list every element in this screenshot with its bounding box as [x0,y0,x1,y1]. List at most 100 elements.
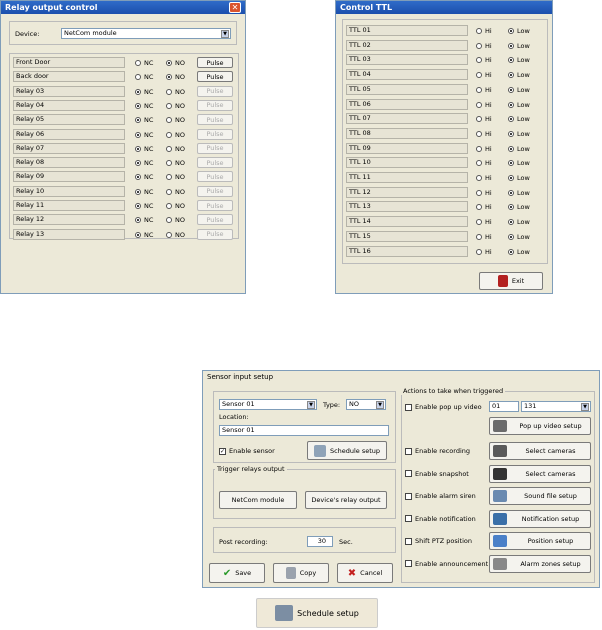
ttl-low-radio[interactable]: Low [508,115,530,123]
relay-nc-radio[interactable]: NC [135,102,153,110]
action-checkbox[interactable]: Enable pop up video [405,403,482,411]
relay-no-radio[interactable]: NO [166,116,185,124]
relay-no-radio[interactable]: NO [166,145,185,153]
ttl-hi-radio[interactable]: Hi [476,218,492,226]
relay-no-radio[interactable]: NO [166,231,185,239]
device-select[interactable]: NetCom module ▼ [61,28,231,39]
relay-no-radio[interactable]: NO [166,202,185,210]
type-select[interactable]: NO ▼ [346,399,386,410]
relay-nc-radio[interactable]: NC [135,59,153,67]
ttl-low-radio[interactable]: Low [508,101,530,109]
location-input[interactable]: Sensor 01 [219,425,389,436]
ttl-hi-radio[interactable]: Hi [476,42,492,50]
save-button[interactable]: ✔ Save [209,563,265,583]
action-checkbox[interactable]: Enable alarm siren [405,492,476,500]
post-recording-input[interactable]: 30 [307,536,333,547]
sensor-select[interactable]: Sensor 01 ▼ [219,399,317,410]
relay-nc-radio[interactable]: NC [135,88,153,96]
action-setup-button[interactable]: Pop up video setup [489,417,591,435]
action-setup-button[interactable]: Notification setup [489,509,591,528]
ttl-hi-radio[interactable]: Hi [476,203,492,211]
relay-no-radio[interactable]: NO [166,59,185,67]
relay-no-radio[interactable]: NO [166,88,185,96]
ttl-hi-radio[interactable]: Hi [476,189,492,197]
ttl-hi-radio[interactable]: Hi [476,248,492,256]
ttl-low-radio[interactable]: Low [508,56,530,64]
ttl-low-radio[interactable]: Low [508,86,530,94]
ttl-low-radio[interactable]: Low [508,71,530,79]
relay-nc-radio[interactable]: NC [135,131,153,139]
ttl-hi-radio[interactable]: Hi [476,174,492,182]
relay-no-radio[interactable]: NO [166,102,185,110]
relay-no-radio[interactable]: NO [166,73,185,81]
chevron-down-icon[interactable]: ▼ [581,403,589,411]
chevron-down-icon[interactable]: ▼ [221,30,229,38]
relay-nc-radio[interactable]: NC [135,216,153,224]
close-icon[interactable]: ✕ [229,2,241,13]
relay-no-radio[interactable]: NO [166,131,185,139]
pulse-button[interactable]: Pulse [197,142,233,154]
relay-nc-radio[interactable]: NC [135,145,153,153]
relay-no-radio[interactable]: NO [166,159,185,167]
ttl-low-radio[interactable]: Low [508,189,530,197]
action-setup-button[interactable]: Alarm zones setup [489,554,591,573]
ttl-hi-radio[interactable]: Hi [476,27,492,35]
pulse-button[interactable]: Pulse [197,85,233,97]
ttl-hi-radio[interactable]: Hi [476,145,492,153]
ttl-hi-radio[interactable]: Hi [476,159,492,167]
ttl-low-radio[interactable]: Low [508,145,530,153]
ttl-low-radio[interactable]: Low [508,130,530,138]
schedule-setup-large-button[interactable]: Schedule setup [256,598,378,628]
pulse-button[interactable]: Pulse [197,214,233,226]
relay-no-radio[interactable]: NO [166,173,185,181]
relay-nc-radio[interactable]: NC [135,73,153,81]
cancel-button[interactable]: ✖ Cancel [337,563,393,583]
pulse-button[interactable]: Pulse [197,171,233,183]
pulse-button[interactable]: Pulse [197,185,233,197]
relay-nc-radio[interactable]: NC [135,188,153,196]
ttl-low-radio[interactable]: Low [508,27,530,35]
device-relay-output-button[interactable]: Device's relay output [305,491,387,509]
pulse-button[interactable]: Pulse [197,114,233,126]
ttl-hi-radio[interactable]: Hi [476,115,492,123]
action-checkbox[interactable]: Shift PTZ position [405,537,472,545]
relay-no-radio[interactable]: NO [166,188,185,196]
chevron-down-icon[interactable]: ▼ [376,401,384,409]
relay-no-radio[interactable]: NO [166,216,185,224]
action-checkbox[interactable]: Enable snapshot [405,470,469,478]
pulse-button[interactable]: Pulse [197,71,233,83]
ttl-hi-radio[interactable]: Hi [476,130,492,138]
action-setup-button[interactable]: Select cameras [489,442,591,460]
ttl-low-radio[interactable]: Low [508,174,530,182]
pulse-button[interactable]: Pulse [197,157,233,169]
pulse-button[interactable]: Pulse [197,228,233,240]
camera-number-select[interactable]: 131 ▼ [521,401,591,412]
ttl-hi-radio[interactable]: Hi [476,233,492,241]
relay-nc-radio[interactable]: NC [135,231,153,239]
copy-button[interactable]: Copy [273,563,329,583]
relay-nc-radio[interactable]: NC [135,202,153,210]
schedule-setup-button[interactable]: Schedule setup [307,441,387,460]
pulse-button[interactable]: Pulse [197,99,233,111]
netcom-module-button[interactable]: NetCom module [219,491,297,509]
action-checkbox[interactable]: Enable announcement [405,560,488,568]
ttl-low-radio[interactable]: Low [508,203,530,211]
ttl-hi-radio[interactable]: Hi [476,71,492,79]
relay-nc-radio[interactable]: NC [135,159,153,167]
action-setup-button[interactable]: Sound file setup [489,487,591,505]
ttl-low-radio[interactable]: Low [508,233,530,241]
camera-select[interactable]: 01 [489,401,519,412]
ttl-low-radio[interactable]: Low [508,42,530,50]
action-setup-button[interactable]: Select cameras [489,464,591,483]
ttl-hi-radio[interactable]: Hi [476,101,492,109]
relay-nc-radio[interactable]: NC [135,116,153,124]
ttl-hi-radio[interactable]: Hi [476,86,492,94]
ttl-hi-radio[interactable]: Hi [476,56,492,64]
ttl-low-radio[interactable]: Low [508,248,530,256]
pulse-button[interactable]: Pulse [197,57,233,68]
ttl-low-radio[interactable]: Low [508,159,530,167]
action-checkbox[interactable]: Enable recording [405,447,470,455]
relay-nc-radio[interactable]: NC [135,173,153,181]
action-checkbox[interactable]: Enable notification [405,515,476,523]
enable-sensor-checkbox[interactable]: ✓ Enable sensor [219,447,275,455]
